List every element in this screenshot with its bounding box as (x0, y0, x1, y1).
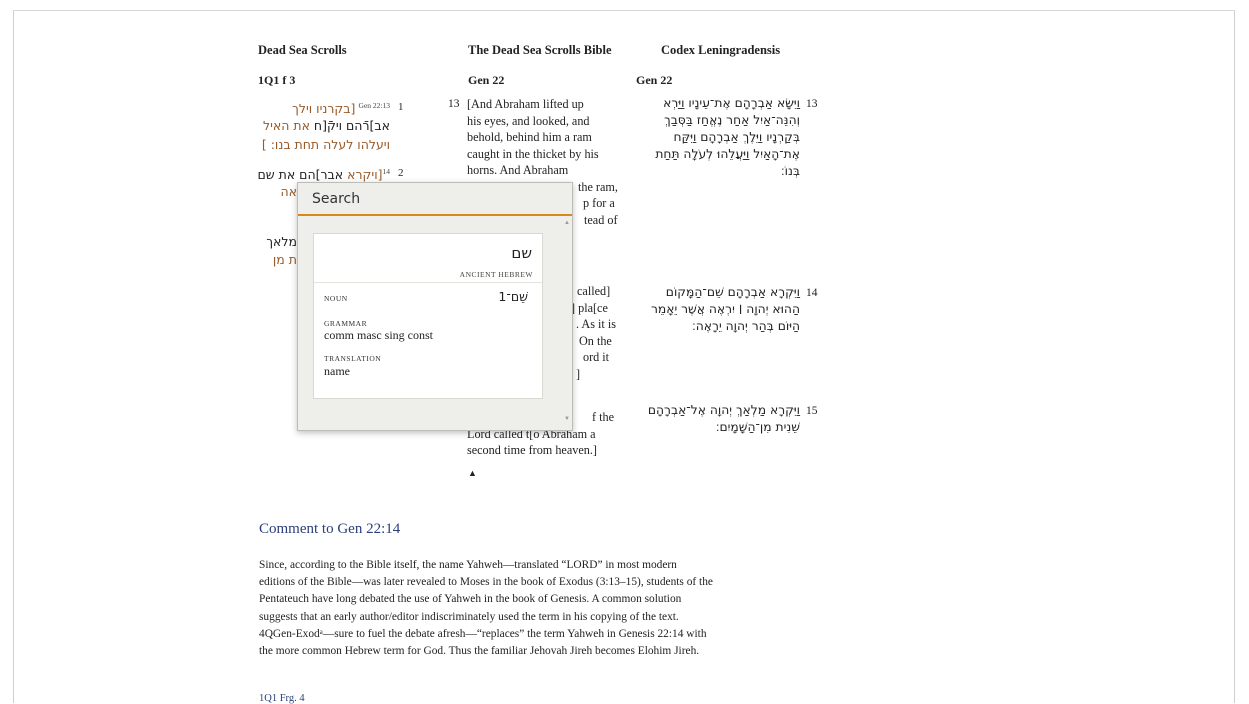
text-line: caught in the thicket by his (467, 146, 599, 161)
leningrad-verse-14[interactable]: וַיִּקְרָא אַבְרָהָם שֵׁם־הַמָּקוֹם הַהו… (630, 284, 800, 335)
search-placeholder: Search (312, 191, 361, 207)
text-line: behold, behind him a ram (467, 130, 592, 144)
comment-line: editions of the Bible—was later revealed… (259, 576, 713, 589)
leningrad-verse-13[interactable]: וַיִּשָּׂא אַבְרָהָם אֶת־עֵינָיו וַיַּרְ… (630, 95, 800, 180)
text-line: הַהוּא יְהוָה ׀ יִרְאֶה אֲשֶׁר יֵאָמֵר (650, 302, 800, 316)
translation-value: name (324, 364, 350, 378)
text-line: וַיִּקְרָא מַלְאַךְ יְהוָה אֶל־אַבְרָהָם (647, 403, 800, 417)
text-line: second time from heaven.] (467, 443, 597, 457)
leningrad-verse-number-13: 13 (806, 98, 818, 110)
grammar-value: comm masc sing const (324, 328, 433, 342)
text-line: וְהִנֵּה־אַיִל אַחַר נֶאֱחַז בַּסְּבַךְ (664, 113, 800, 127)
dss-line-2[interactable]: אב]רֿהם ויקֿ[ח את האיל (263, 116, 390, 136)
text-line: בְּקַרְנָיו וַיֵּלֶךְ אַבְרָהָם וַיִּקַּ… (673, 130, 800, 144)
word-info-popup: Search ▲ שם ANCIENT HEBREW NOUN שֵׁם־1 G… (297, 182, 573, 431)
search-input[interactable]: Search (298, 183, 572, 216)
text-line: his eyes, and looked, and (467, 113, 590, 128)
divider (314, 282, 542, 283)
dss-line-6[interactable]: מלאך (266, 232, 297, 251)
comment-line: Pentateuch have long debated the use of … (259, 593, 682, 606)
end-marker-icon[interactable]: ▲ (468, 468, 477, 478)
scroll-up-icon[interactable]: ▲ (564, 220, 570, 226)
column-title-dss-bible: The Dead Sea Scrolls Bible (468, 43, 612, 57)
dss-line-number-1: 1 (398, 101, 404, 113)
leningrad-verse-number-15: 15 (806, 405, 818, 417)
next-fragment-reference[interactable]: 1Q1 Frg. 4 (259, 693, 305, 704)
comment-line: suggests that an early author/editor ind… (259, 610, 679, 623)
column-title-codex-leningradensis: Codex Leningradensis (661, 43, 781, 57)
lemma-link[interactable]: שֵׁם־1 (498, 289, 528, 304)
dss-line-number-2: 2 (398, 167, 404, 179)
comment-line: the more common Hebrew term for God. Thu… (259, 645, 700, 658)
dssb-reference[interactable]: Gen 22 (468, 73, 504, 88)
text-line: horns. And Abraham (467, 163, 569, 177)
text-line: שֵׁנִית מִן־הַשָּׁמָיִם׃ (715, 420, 800, 434)
scroll-down-icon[interactable]: ▼ (564, 416, 570, 422)
text-line: וַיִּשָּׂא אַבְרָהָם אֶת־עֵינָיו וַיַּרְ… (663, 96, 800, 110)
text-line: אֶת־הָאַיִל וַיַּעֲלֵהוּ לְעֹלָה תַּחַת (655, 147, 800, 161)
part-of-speech: NOUN (324, 294, 348, 303)
dss-line-7[interactable]: ת מן (273, 250, 297, 269)
word-language: ANCIENT HEBREW (459, 270, 533, 279)
comment-line: 4QGen-Exodᵃ—sure to fuel the debate afre… (259, 627, 707, 640)
translation-label: TRANSLATION (324, 354, 382, 363)
text-line: [And Abraham lifted up (467, 97, 584, 111)
selected-word: שם (511, 244, 532, 262)
dss-text-block: [בקרניו וילך Gen 22:13 אב]רֿהם ויקֿ[ח את… (255, 0, 391, 267)
leningrad-verse-number-14: 14 (806, 287, 818, 299)
comment-body: Since, according to the Bible itself, th… (259, 557, 859, 660)
comment-title: Comment to Gen 22:14 (259, 521, 401, 537)
word-card: שם ANCIENT HEBREW NOUN שֵׁם־1 GRAMMAR co… (313, 233, 543, 399)
comment-line: Since, according to the Bible itself, th… (259, 559, 677, 571)
dssb-verse-number-13: 13 (448, 98, 460, 110)
text-line: בְּנוֹ׃ (780, 164, 800, 178)
dss-line-3[interactable]: ויעלהו לעלה תחת בנו: ] (262, 135, 390, 154)
leningrad-reference[interactable]: Gen 22 (636, 73, 672, 88)
text-line: הַיּוֹם בְּהַר יְהוָה יֵרָאֶה׃ (692, 319, 800, 333)
leningrad-verse-15[interactable]: וַיִּקְרָא מַלְאַךְ יְהוָה אֶל־אַבְרָהָם… (630, 402, 800, 436)
text-line: וַיִּקְרָא אַבְרָהָם שֵׁם־הַמָּקוֹם (665, 285, 800, 299)
grammar-label: GRAMMAR (324, 319, 368, 328)
dss-line-5[interactable]: אה (280, 182, 297, 201)
